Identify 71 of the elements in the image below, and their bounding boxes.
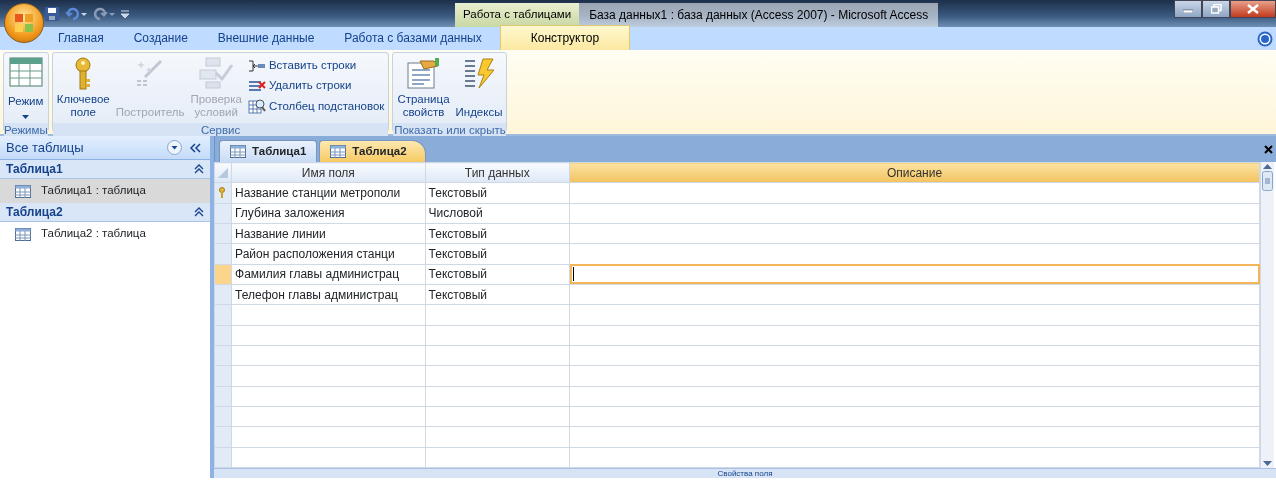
table-cell[interactable]: Фамилия главы администрац: [231, 264, 426, 285]
section-header: Свойства поля: [214, 468, 1276, 478]
window-title: База данных1 : база данных (Access 2007) - Microsoft Access: [579, 3, 939, 27]
table-cell[interactable]: Текстовый: [425, 264, 570, 285]
table-cell[interactable]: Телефон главы администрац: [231, 284, 426, 305]
property-sheet-icon: [406, 57, 441, 89]
indexes-bolt-icon: [463, 57, 495, 89]
collapse-icon[interactable]: [194, 164, 204, 174]
document-tab[interactable]: Таблица2: [319, 140, 426, 162]
close-icon[interactable]: [1264, 144, 1273, 154]
table-cell[interactable]: Текстовый: [425, 243, 570, 265]
view-table-icon: [8, 57, 43, 87]
restore-button[interactable]: [1202, 0, 1230, 18]
column-header[interactable]: Тип данных: [425, 162, 570, 183]
document-tab[interactable]: Таблица1: [219, 140, 318, 162]
ribbon-tab[interactable]: Главная: [46, 26, 116, 50]
select-all-icon: [218, 167, 228, 178]
redo-icon[interactable]: [92, 5, 116, 22]
row-selector[interactable]: [214, 182, 232, 204]
table-cell[interactable]: Район расположения станци: [231, 243, 426, 265]
ribbon-tab[interactable]: Внешние данные: [205, 26, 327, 50]
insert-rows-icon: [247, 58, 266, 73]
dropdown-icon[interactable]: [167, 140, 182, 155]
ribbon-button[interactable]: Индексы: [453, 55, 505, 121]
collapse-icon[interactable]: [194, 207, 204, 217]
ribbon-tab[interactable]: Работа с базами данных: [332, 26, 494, 50]
scroll-thumb[interactable]: [1262, 171, 1273, 191]
nav-item[interactable]: Таблица1 : таблица: [0, 179, 210, 203]
key-icon: [73, 57, 94, 91]
table-cell[interactable]: Название станции метрополи: [231, 182, 426, 204]
table-cell[interactable]: Название линии: [231, 223, 426, 244]
corner-cell[interactable]: [214, 162, 232, 183]
key-icon: [218, 187, 226, 199]
table-cell[interactable]: Текстовый: [425, 284, 570, 305]
help-icon[interactable]: [1257, 30, 1273, 47]
column-header[interactable]: Описание: [569, 162, 1260, 183]
undo-icon[interactable]: [64, 5, 88, 22]
close-icon: [1247, 4, 1259, 14]
context-tab-title: Работа с таблицами: [455, 3, 580, 27]
collapse-pane-icon[interactable]: [188, 141, 204, 154]
ribbon-button[interactable]: Столбец подстановок: [245, 97, 387, 115]
nav-item[interactable]: Таблица2 : таблица: [0, 222, 210, 246]
ribbon-tab[interactable]: Создание: [121, 26, 200, 50]
save-icon[interactable]: [44, 5, 60, 22]
table-icon: [330, 145, 347, 158]
table-icon: [15, 227, 31, 241]
table-icon: [230, 145, 246, 158]
table-cell[interactable]: Числовой: [425, 203, 570, 224]
customize-icon[interactable]: [120, 8, 130, 19]
minimize-button[interactable]: [1174, 0, 1202, 18]
table-cell[interactable]: Текстовый: [425, 223, 570, 244]
table-cell[interactable]: Глубина заложения: [231, 203, 426, 224]
delete-rows-icon: [247, 78, 266, 93]
ribbon-button[interactable]: Вставить строки: [245, 57, 387, 75]
ribbon-button[interactable]: Удалить строки: [245, 77, 387, 95]
text-cursor: [573, 267, 574, 282]
ribbon-button[interactable]: Ключевое поле: [54, 55, 112, 121]
ribbon-tab[interactable]: Конструктор: [499, 25, 631, 50]
flowchart-check-icon: [198, 57, 235, 89]
scroll-down-icon[interactable]: [1263, 461, 1272, 466]
column-header[interactable]: Имя поля: [231, 162, 426, 183]
description-input[interactable]: [569, 264, 1260, 285]
close-button[interactable]: [1230, 0, 1276, 18]
table-icon: [15, 184, 31, 198]
lookup-column-icon: [247, 98, 266, 115]
restore-icon: [1210, 4, 1222, 14]
ribbon-button[interactable]: Страница свойств: [395, 55, 452, 121]
table-cell[interactable]: Текстовый: [425, 182, 570, 204]
dropdown-icon: [22, 115, 30, 119]
scroll-up-icon[interactable]: [1263, 164, 1272, 169]
app-logo-icon: [13, 12, 35, 34]
